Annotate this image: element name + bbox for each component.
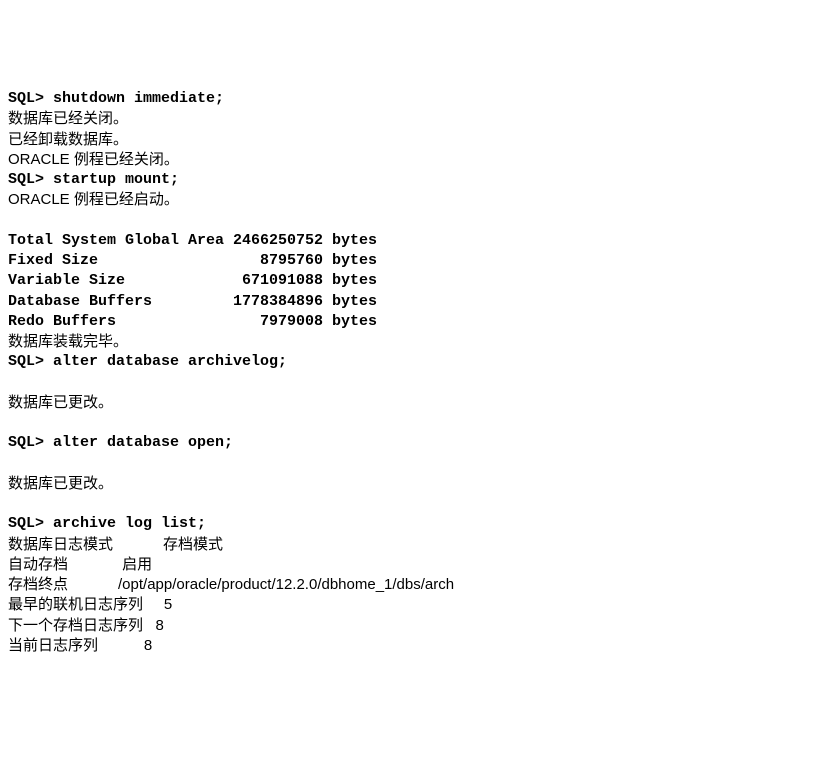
terminal-line: 当前日志序列 8 — [8, 636, 809, 656]
terminal-line: 数据库装载完毕。 — [8, 332, 809, 352]
terminal-line: Total System Global Area 2466250752 byte… — [8, 231, 809, 251]
terminal-line: ORACLE 例程已经关闭。 — [8, 150, 809, 170]
terminal-line — [8, 373, 809, 393]
terminal-line: 存档终点 /opt/app/oracle/product/12.2.0/dbho… — [8, 575, 809, 595]
terminal-line: 自动存档 启用 — [8, 555, 809, 575]
terminal-line: SQL> alter database archivelog; — [8, 352, 809, 372]
terminal-line: 数据库已更改。 — [8, 474, 809, 494]
terminal-line — [8, 494, 809, 514]
terminal-line: ORACLE 例程已经启动。 — [8, 190, 809, 210]
terminal-line: SQL> archive log list; — [8, 514, 809, 534]
terminal-line: Fixed Size 8795760 bytes — [8, 251, 809, 271]
terminal-line: Database Buffers 1778384896 bytes — [8, 292, 809, 312]
terminal-line: 下一个存档日志序列 8 — [8, 616, 809, 636]
terminal-line — [8, 454, 809, 474]
terminal-output: SQL> shutdown immediate;数据库已经关闭。已经卸载数据库。… — [8, 89, 809, 656]
terminal-line: SQL> shutdown immediate; — [8, 89, 809, 109]
terminal-line: SQL> alter database open; — [8, 433, 809, 453]
terminal-line: 数据库日志模式 存档模式 — [8, 535, 809, 555]
terminal-line: 最早的联机日志序列 5 — [8, 595, 809, 615]
terminal-line: 数据库已经关闭。 — [8, 109, 809, 129]
terminal-line: Variable Size 671091088 bytes — [8, 271, 809, 291]
terminal-line — [8, 211, 809, 231]
terminal-line — [8, 413, 809, 433]
terminal-line: SQL> startup mount; — [8, 170, 809, 190]
terminal-line: Redo Buffers 7979008 bytes — [8, 312, 809, 332]
terminal-line: 已经卸载数据库。 — [8, 130, 809, 150]
terminal-line: 数据库已更改。 — [8, 393, 809, 413]
